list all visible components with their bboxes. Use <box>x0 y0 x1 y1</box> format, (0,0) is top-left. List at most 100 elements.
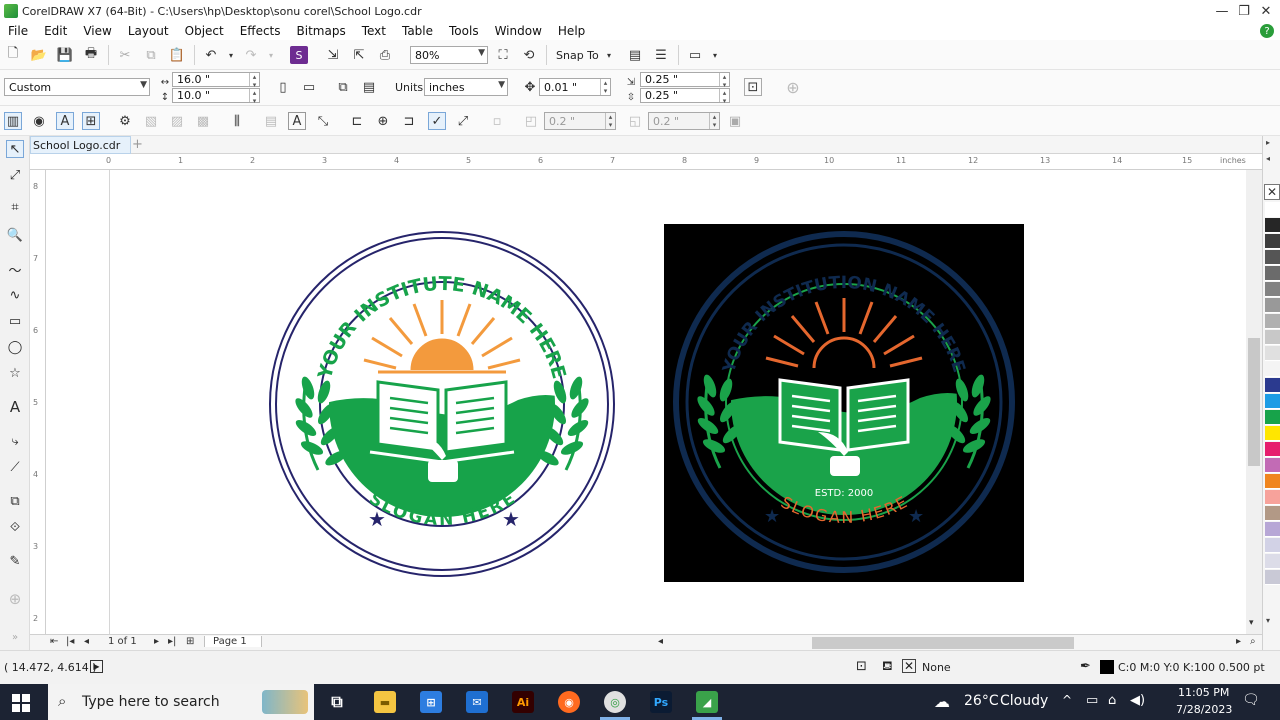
page-width-field[interactable]: 16.0 " ▴ ▾ <box>172 72 260 89</box>
color-swatch[interactable] <box>1265 474 1280 489</box>
color-swatch[interactable] <box>1265 506 1280 521</box>
text-frame-icon[interactable]: A <box>56 112 74 130</box>
file-explorer-icon[interactable]: ▬ <box>374 691 396 713</box>
export-icon[interactable]: ⇱ <box>350 46 368 64</box>
disabled-tool-3-icon[interactable]: ▩ <box>194 112 212 130</box>
copy-icon[interactable]: ⧉ <box>142 46 160 64</box>
page-1-tab[interactable]: Page 1 <box>204 636 262 647</box>
dimension-tool-icon[interactable]: ⟋ <box>6 458 24 476</box>
drawing-canvas[interactable]: YOUR INSTITUTE NAME HERE SLOGAN HERE ★ ★ <box>46 170 1262 634</box>
shape-tool-icon[interactable]: ⤢ <box>6 166 24 184</box>
color-swatch[interactable] <box>1265 538 1280 553</box>
volume-icon[interactable]: ◀) <box>1130 693 1145 708</box>
new-document-icon[interactable]: 🗋 <box>4 46 22 64</box>
color-swatch[interactable] <box>1265 570 1280 585</box>
view-icon[interactable]: ◉ <box>30 112 48 130</box>
color-swatch[interactable] <box>1265 458 1280 473</box>
launcher-dropdown-icon[interactable]: ▾ <box>706 46 724 64</box>
duplicate-x-field[interactable]: 0.25 " ▴ ▾ <box>640 72 730 89</box>
treat-as-filled-icon[interactable]: ⊡ <box>744 78 762 96</box>
close-button[interactable]: ✕ <box>1252 0 1280 22</box>
nudge-distance-field[interactable]: 0.01 " ▴ ▾ <box>539 78 611 96</box>
first-page-button-icon[interactable]: |◂ <box>66 636 74 647</box>
interactive-fill-icon[interactable]: ⧉ <box>6 492 24 510</box>
align-right-icon[interactable]: ⊐ <box>400 112 418 130</box>
status-expand-icon[interactable]: ▶ <box>90 660 103 673</box>
options-icon[interactable]: ▤ <box>626 46 644 64</box>
mail-icon[interactable]: ✉ <box>466 691 488 713</box>
new-tab-icon[interactable]: + <box>132 137 143 152</box>
horizontal-scroll-thumb[interactable] <box>812 637 1074 649</box>
corner-icon[interactable]: ◰ <box>522 112 540 130</box>
logo-dark[interactable]: ESTD: 2000 YOUR INSTITUTION NAME HERE SL… <box>670 228 1018 576</box>
page-height-field[interactable]: 10.0 " ▴ ▾ <box>172 88 260 105</box>
polygon-tool-icon[interactable]: ☆ <box>6 364 24 382</box>
add-page-icon[interactable]: ⊞ <box>186 636 194 647</box>
undo-icon[interactable]: ↶ <box>202 46 220 64</box>
align-center-icon[interactable]: ⊕ <box>374 112 392 130</box>
weather-description[interactable]: Cloudy <box>1000 693 1048 709</box>
palette-scroll-up-icon[interactable]: ▸ <box>1266 138 1270 147</box>
document-tab[interactable]: School Logo.cdr <box>30 136 132 154</box>
corner-radius-a-field[interactable]: 0.2 " ▴ ▾ <box>544 112 616 130</box>
taskbar-search-box[interactable]: ⌕ Type here to search <box>48 684 314 720</box>
color-swatch[interactable] <box>1265 298 1280 313</box>
crop-tool-icon[interactable]: ⌗ <box>6 198 24 216</box>
no-color-swatch-icon[interactable]: ✕ <box>1264 184 1280 200</box>
illustrator-icon[interactable]: Ai <box>512 691 534 713</box>
quick-customize-icon[interactable]: ⊕ <box>6 590 24 608</box>
disabled-tool-5-icon[interactable]: ▫ <box>488 112 506 130</box>
redo-icon[interactable]: ↷ <box>242 46 260 64</box>
pick-tool-icon[interactable]: ↖ <box>6 140 24 158</box>
color-swatch[interactable] <box>1265 330 1280 345</box>
expand-toolbox-icon[interactable]: » <box>6 628 24 646</box>
undo-dropdown-icon[interactable]: ▾ <box>222 46 240 64</box>
full-screen-icon[interactable]: ⛶ <box>494 46 512 64</box>
palette-scroll-down-icon[interactable]: ▾ <box>1266 616 1270 625</box>
corner-radius-b-field[interactable]: 0.2 " ▴ ▾ <box>648 112 720 130</box>
open-folder-icon[interactable]: 📂 <box>30 46 48 64</box>
smart-fill-icon[interactable]: ⟐ <box>6 518 24 536</box>
color-swatch[interactable] <box>1265 490 1280 505</box>
disabled-tool-1-icon[interactable]: ▧ <box>142 112 160 130</box>
color-swatch[interactable] <box>1265 362 1280 377</box>
color-swatch[interactable] <box>1265 282 1280 297</box>
columns-icon[interactable]: ⫼ <box>228 112 246 130</box>
network-icon[interactable]: ⌂ <box>1108 693 1116 708</box>
zoom-level-select[interactable]: 80% ▼ <box>410 46 488 64</box>
save-icon[interactable]: 💾 <box>56 46 74 64</box>
all-pages-icon[interactable]: ⧉ <box>334 78 352 96</box>
next-page-icon[interactable]: ▸ <box>154 636 159 647</box>
paste-icon[interactable]: 📋 <box>168 46 186 64</box>
menu-edit[interactable]: Edit <box>36 24 75 38</box>
notifications-icon[interactable]: 🗨 <box>1242 692 1260 708</box>
align-left-icon[interactable]: ⊏ <box>348 112 366 130</box>
resize-icon[interactable]: ⤡ <box>314 112 332 130</box>
snap-to-label[interactable]: Snap To <box>556 49 599 62</box>
view-mode-icon[interactable]: ⟲ <box>520 46 538 64</box>
scroll-left-icon[interactable]: ◂ <box>658 636 663 647</box>
wrap-icon[interactable]: ✓ <box>428 112 446 130</box>
publish-pdf-icon[interactable]: ⎙ <box>376 46 394 64</box>
vertical-scroll-thumb[interactable] <box>1248 338 1260 466</box>
portrait-icon[interactable]: ▯ <box>274 78 292 96</box>
fill-bucket-icon[interactable]: ⛾ <box>882 659 893 676</box>
disabled-tool-4-icon[interactable]: ▤ <box>262 112 280 130</box>
windows-start-icon[interactable] <box>12 694 30 712</box>
clock-date[interactable]: 7/28/2023 <box>1176 703 1232 716</box>
menu-object[interactable]: Object <box>177 24 232 38</box>
color-swatch[interactable] <box>1265 426 1280 441</box>
palette-menu-icon[interactable]: ◂ <box>1266 154 1270 163</box>
text-a-icon[interactable]: A <box>288 112 306 130</box>
add-page-icon[interactable]: ⊕ <box>784 78 802 97</box>
duplicate-y-field[interactable]: 0.25 " ▴ ▾ <box>640 88 730 105</box>
lock-ratio-icon[interactable]: ▣ <box>726 112 744 130</box>
first-page-icon[interactable]: ⇤ <box>50 636 58 647</box>
clock-time[interactable]: 11:05 PM <box>1178 686 1229 699</box>
color-swatch[interactable] <box>1265 218 1280 233</box>
color-swatch[interactable] <box>1265 410 1280 425</box>
settings-gear-icon[interactable]: ⚙ <box>116 112 134 130</box>
firefox-icon[interactable]: ◉ <box>558 691 580 713</box>
color-swatch[interactable] <box>1265 442 1280 457</box>
last-page-icon[interactable]: ▸| <box>168 636 176 647</box>
